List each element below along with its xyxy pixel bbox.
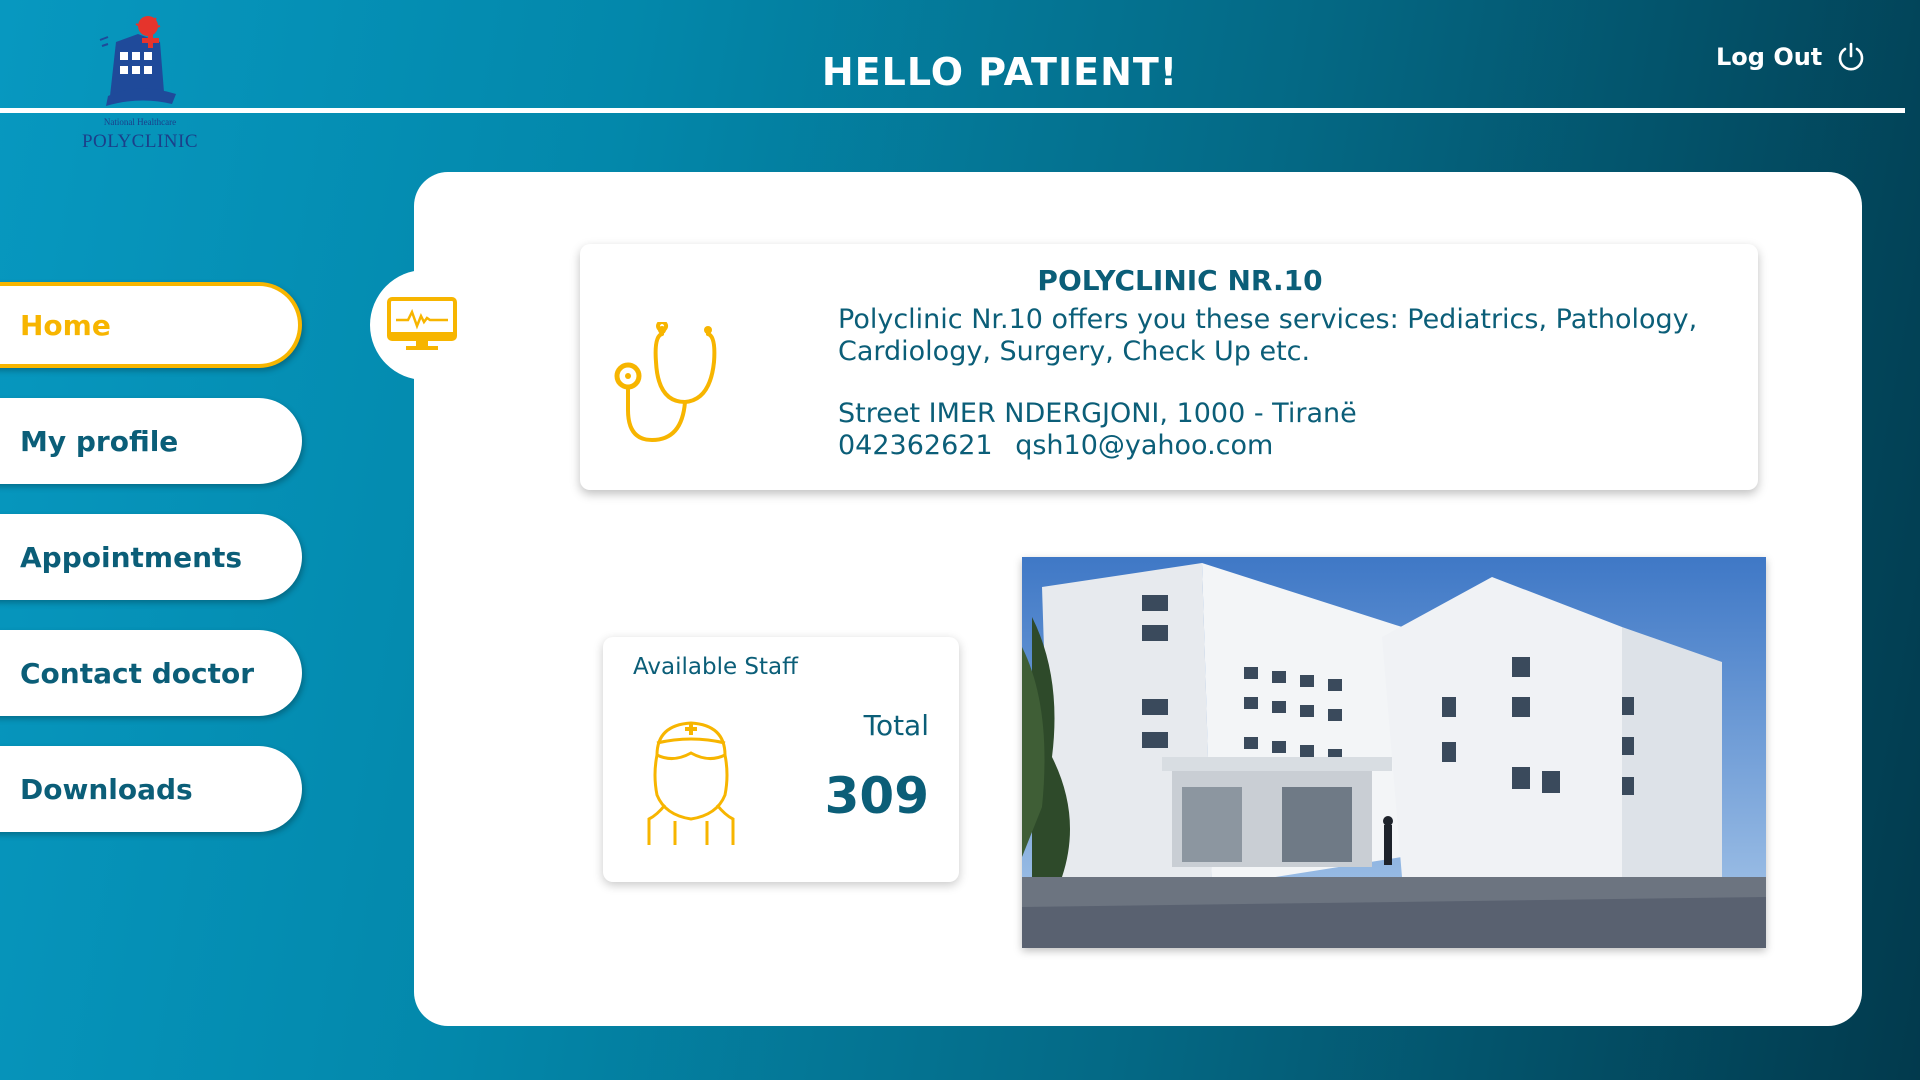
clinic-building-photo [1022, 557, 1766, 948]
monitor-heartbeat-icon [387, 297, 457, 350]
sidebar-item-appointments[interactable]: Appointments [0, 514, 302, 600]
sidebar-item-label: Appointments [20, 540, 243, 574]
staff-label: Available Staff [633, 654, 798, 680]
clinic-description: Polyclinic Nr.10 offers you these servic… [838, 304, 1698, 367]
clinic-phone: 042362621 [838, 430, 993, 461]
available-staff-card: Available Staff Total 309 [603, 637, 959, 882]
sidebar-item-label: My profile [20, 424, 179, 458]
staff-total-label: Total [863, 709, 929, 742]
sidebar-item-contact-doctor[interactable]: Contact doctor [0, 630, 302, 716]
logout-button[interactable]: Log Out [1716, 42, 1866, 72]
header-divider [0, 108, 1905, 113]
clinic-title: POLYCLINIC NR.10 [1037, 264, 1323, 297]
sidebar-item-home[interactable]: Home [0, 282, 302, 368]
power-icon [1838, 42, 1864, 71]
sidebar-item-label: Downloads [20, 772, 193, 806]
logout-label: Log Out [1716, 43, 1823, 71]
page-title: HELLO PATIENT! [821, 50, 1179, 94]
clinic-email[interactable]: qsh10@yahoo.com [1015, 430, 1273, 461]
staff-total-value: 309 [824, 767, 929, 825]
sidebar-item-my-profile[interactable]: My profile [0, 398, 302, 484]
logo-subtitle: National Healthcare [103, 117, 177, 127]
clinic-contact: 042362621 qsh10@yahoo.com [838, 430, 1287, 462]
clinic-address: Street IMER NDERGJONI, 1000 - Tiranë [838, 398, 1357, 429]
nurse-icon [647, 721, 735, 845]
sidebar-item-label: Home [20, 308, 111, 342]
sidebar-item-downloads[interactable]: Downloads [0, 746, 302, 832]
logo-title: POLYCLINIC [81, 131, 199, 152]
stethoscope-icon [614, 322, 717, 443]
sidebar-item-label: Contact doctor [20, 656, 255, 690]
clinic-info-card: POLYCLINIC NR.10 Polyclinic Nr.10 offers… [580, 244, 1758, 490]
